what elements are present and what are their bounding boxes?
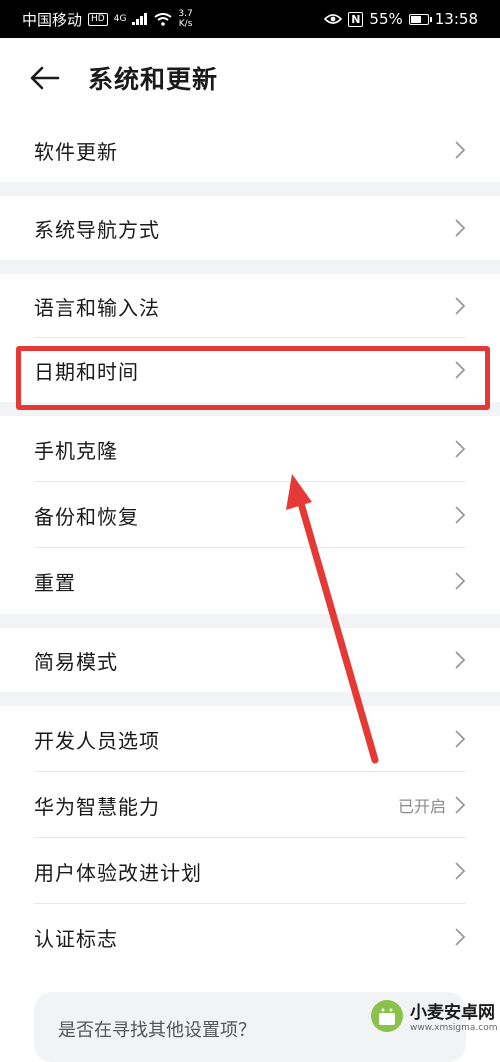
android-logo-icon: [371, 999, 403, 1032]
watermark-url: www.xmsigma.com: [410, 1023, 498, 1033]
annotation-arrow-icon: [286, 474, 379, 764]
watermark-title: 小麦安卓网: [410, 1003, 495, 1023]
watermark: 小麦安卓网 www.xmsigma.com: [370, 998, 497, 1033]
